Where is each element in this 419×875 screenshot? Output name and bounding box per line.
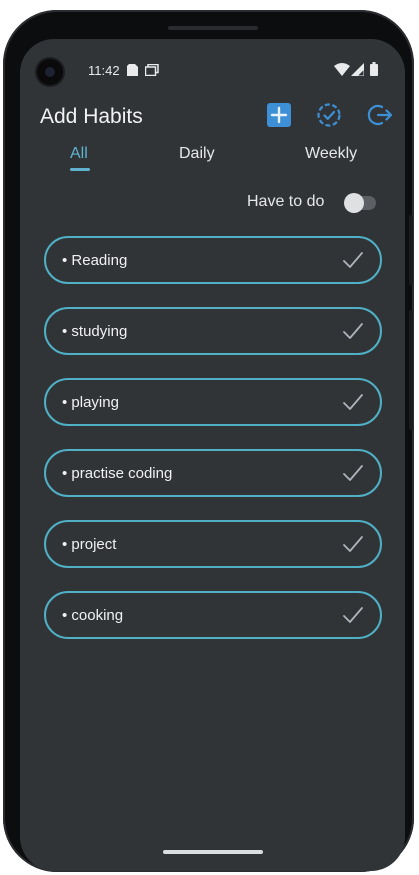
- phone-frame: 11:42 Add Habits All Daily Weekly Have t…: [3, 10, 414, 872]
- habit-label: • practise coding: [62, 465, 173, 482]
- signal-icon: [351, 63, 364, 76]
- check-icon[interactable]: [342, 250, 364, 270]
- check-icon[interactable]: [342, 392, 364, 412]
- habit-label: • playing: [62, 394, 119, 411]
- active-tab-indicator: [70, 168, 90, 171]
- home-indicator[interactable]: [163, 850, 263, 854]
- habit-label: • project: [62, 536, 117, 553]
- have-to-do-label: Have to do: [247, 193, 325, 210]
- habit-item[interactable]: • cooking: [44, 591, 382, 639]
- add-square-icon[interactable]: [266, 102, 292, 128]
- logout-icon[interactable]: [367, 102, 393, 128]
- battery-icon: [370, 62, 378, 76]
- habit-label: • studying: [62, 323, 128, 340]
- wifi-icon: [334, 63, 350, 76]
- check-icon[interactable]: [342, 534, 364, 554]
- front-camera: [37, 59, 63, 85]
- speaker-grille: [168, 26, 258, 30]
- check-icon[interactable]: [342, 605, 364, 625]
- have-to-do-toggle[interactable]: [344, 193, 376, 213]
- sim-card-icon: [127, 64, 138, 76]
- habit-label: • cooking: [62, 607, 124, 624]
- check-icon[interactable]: [342, 321, 364, 341]
- habit-item[interactable]: • Reading: [44, 236, 382, 284]
- page-title: Add Habits: [40, 105, 143, 128]
- screen: 11:42 Add Habits All Daily Weekly Have t…: [20, 39, 405, 871]
- habit-item[interactable]: • project: [44, 520, 382, 568]
- habit-item[interactable]: • practise coding: [44, 449, 382, 497]
- volume-button: [409, 310, 413, 430]
- habit-item[interactable]: • studying: [44, 307, 382, 355]
- tab-daily[interactable]: Daily: [179, 145, 215, 163]
- screenshot-icon: [145, 64, 159, 76]
- tab-weekly[interactable]: Weekly: [305, 145, 357, 163]
- check-icon[interactable]: [342, 463, 364, 483]
- habit-label: • Reading: [62, 252, 128, 269]
- power-button: [409, 215, 413, 285]
- tab-all[interactable]: All: [70, 145, 88, 163]
- toggle-knob: [344, 193, 364, 213]
- habit-item[interactable]: • playing: [44, 378, 382, 426]
- check-circle-icon[interactable]: [316, 102, 342, 128]
- status-time: 11:42: [88, 63, 120, 78]
